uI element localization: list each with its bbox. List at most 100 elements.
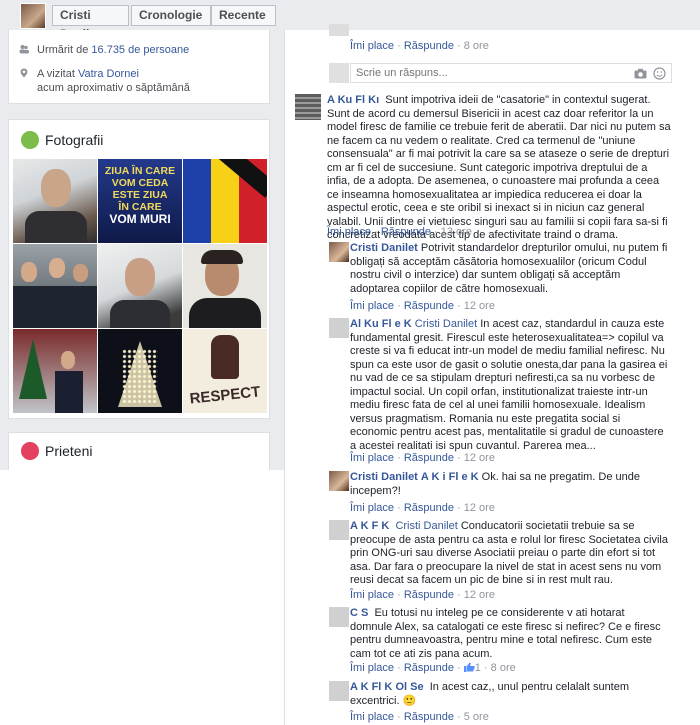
comment-time: 12 ore [463,589,495,601]
comment-time: 13 ore [440,226,472,238]
photo-banner-thumbnail[interactable]: ZIUA ÎN CARE VOM CEDA ESTE ZIUA ÎN CARE … [98,159,182,243]
like-link[interactable]: Îmi place [350,502,394,514]
visited-place-link[interactable]: Vatra Dornei [78,68,139,80]
reply-body: A K F K Cristi Danilet Conducatorii soci… [350,520,668,588]
followers-count-link[interactable]: 16.735 de persoane [91,44,189,56]
commenter-avatar [295,94,321,120]
comment-meta: Îmi place · Răspunde · 1 · 8 ore [350,662,516,674]
reply-body: Cristi Danilet Potrivit standardelor dre… [350,242,668,296]
photo-thumbnail[interactable] [98,244,182,328]
comment-meta: Îmi place · Răspunde · 12 ore [350,589,495,601]
comment-text: Eu totusi nu inteleg pe ce considerente … [350,607,661,660]
like-link[interactable]: Îmi place [350,300,394,312]
recent-dropdown[interactable]: Recente [211,5,276,38]
my-avatar [329,63,349,83]
timeline-navigation-bar: Cristi Danilet Cronologie Recente [0,0,700,41]
intro-card: Urmărit de 16.735 de persoane A vizitat … [8,30,270,104]
photos-card: Fotografii ZIUA ÎN CARE VOM CEDA ESTE ZI… [8,119,270,419]
comment-text: Sunt impotriva ideii de "casatorie" in c… [327,94,671,241]
commenter-avatar [329,24,349,36]
photo-flag-thumbnail[interactable] [183,159,267,243]
friends-title[interactable]: Prieteni [45,443,92,459]
reply-body: A K Fl K Ol Se In acest caz,, unul pentr… [350,681,668,708]
followers-icon [19,45,29,54]
comment-author-link[interactable]: Cristi Danilet [350,242,418,254]
reply-link[interactable]: Răspunde [404,589,454,601]
comment-meta: Îmi place · Răspunde · 5 ore [350,711,489,723]
friends-icon [21,442,39,460]
mention-link[interactable]: Cristi Danilet [415,318,477,330]
photos-icon [21,131,39,149]
comment-meta: Îmi place · Răspunde · 12 ore [350,300,495,312]
reply-input[interactable] [351,64,621,82]
comment-text: In acest caz, standardul in cauza este f… [350,318,668,452]
visited-prefix: A vizitat [37,68,78,80]
comment-time: 8 ore [490,662,516,674]
visited-time: acum aproximativ o săptămână [37,82,190,94]
like-link[interactable]: Îmi place [327,226,371,238]
friends-card: Prieteni [8,432,270,472]
location-pin-icon [20,68,28,78]
comment-author-link[interactable]: A K Fl K [350,681,392,693]
banner-text: ZIUA ÎN CARE VOM CEDA ESTE ZIUA ÎN CARE … [104,165,176,226]
commenter-avatar [329,471,349,491]
reply-link[interactable]: Răspunde [404,40,454,52]
like-link[interactable]: Îmi place [350,711,394,723]
followers-prefix: Urmărit de [37,44,92,56]
comment-author-link[interactable]: C S [350,607,368,619]
comment-author-link[interactable]: Al Ku Fl e K [350,318,412,330]
recent-label: Recente [219,8,266,22]
comment-author-link[interactable]: A Ku Fl Kı [327,94,379,106]
photos-title[interactable]: Fotografii [45,132,103,148]
comment-meta: Îmi place · Răspunde · 12 ore [350,452,495,464]
like-link[interactable]: Îmi place [350,452,394,464]
comment-time: 5 ore [463,711,489,723]
photo-thumbnail[interactable] [13,244,97,328]
visited-row: A vizitat Vatra Dornei [19,68,139,80]
comment-author-link[interactable]: A K F K [350,520,389,532]
comment-meta: Îmi place · Răspunde · 12 ore [350,502,495,514]
comment-time: 12 ore [463,452,495,464]
respect-text: RESPECT [188,383,262,408]
comment-text: In acest caz,, unul pentru celalalt sunt… [350,681,630,707]
like-link[interactable]: Îmi place [350,662,394,674]
photo-thumbnail[interactable] [13,159,97,243]
comment-time: 8 ore [463,40,489,52]
photo-tree-thumbnail[interactable] [98,329,182,413]
reply-link[interactable]: Răspunde [404,711,454,723]
commenter-avatar [329,607,349,627]
reply-link[interactable]: Răspunde [404,502,454,514]
like-link[interactable]: Îmi place [350,40,394,52]
commenter-avatar [329,242,349,262]
reply-body: Al Ku Fl e K Cristi Danilet In acest caz… [350,318,668,453]
timeline-label: Cronologie [139,8,203,22]
timeline-dropdown[interactable]: Cronologie [131,5,211,38]
mention-link[interactable]: A K i Fl e K [421,471,479,483]
comment-body: A Ku Fl Kı Sunt impotriva ideii de "casa… [327,94,673,243]
reply-link[interactable]: Răspunde [404,452,454,464]
reply-input-box[interactable] [350,63,672,83]
comment-time: 12 ore [463,502,495,514]
blank-area [0,470,284,725]
photo-thumbnail[interactable] [183,244,267,328]
thumbs-up-icon [463,662,475,672]
photo-thumbnail[interactable] [13,329,97,413]
reply-body: C S Eu totusi nu inteleg pe ce considere… [350,607,668,661]
reply-link[interactable]: Răspunde [404,300,454,312]
comment-meta: Îmi place · Răspunde · 8 ore [350,40,489,52]
photo-respect-thumbnail[interactable]: RESPECT [183,329,267,413]
emoji-icon[interactable] [653,67,666,80]
comments-panel: Îmi place · Răspunde · 8 ore A Ku Fl Kı … [284,24,700,725]
commenter-avatar [329,520,349,540]
mention-link[interactable]: Cristi Danilet [395,520,457,532]
commenter-avatar [329,681,349,701]
comment-meta: Îmi place · Răspunde · 13 ore [327,226,472,238]
comment-author-link[interactable]: Cristi Danilet [350,471,418,483]
profile-avatar[interactable] [20,3,46,29]
reply-link[interactable]: Răspunde [404,662,454,674]
reply-link[interactable]: Răspunde [381,226,431,238]
profile-name-button[interactable]: Cristi Danilet [52,5,129,41]
mention-link[interactable]: Ol Se [395,681,423,693]
like-link[interactable]: Îmi place [350,589,394,601]
camera-icon[interactable] [634,68,647,79]
